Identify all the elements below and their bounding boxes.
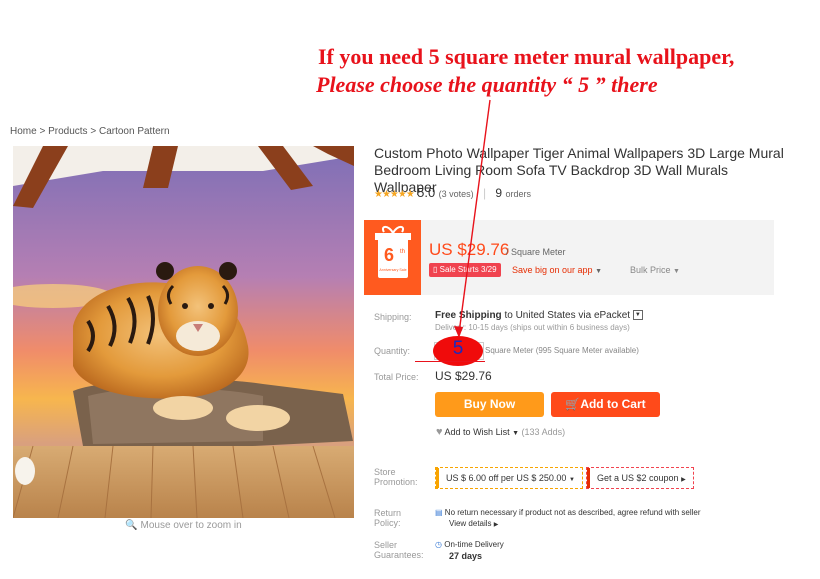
annotation-arrow (454, 99, 491, 338)
